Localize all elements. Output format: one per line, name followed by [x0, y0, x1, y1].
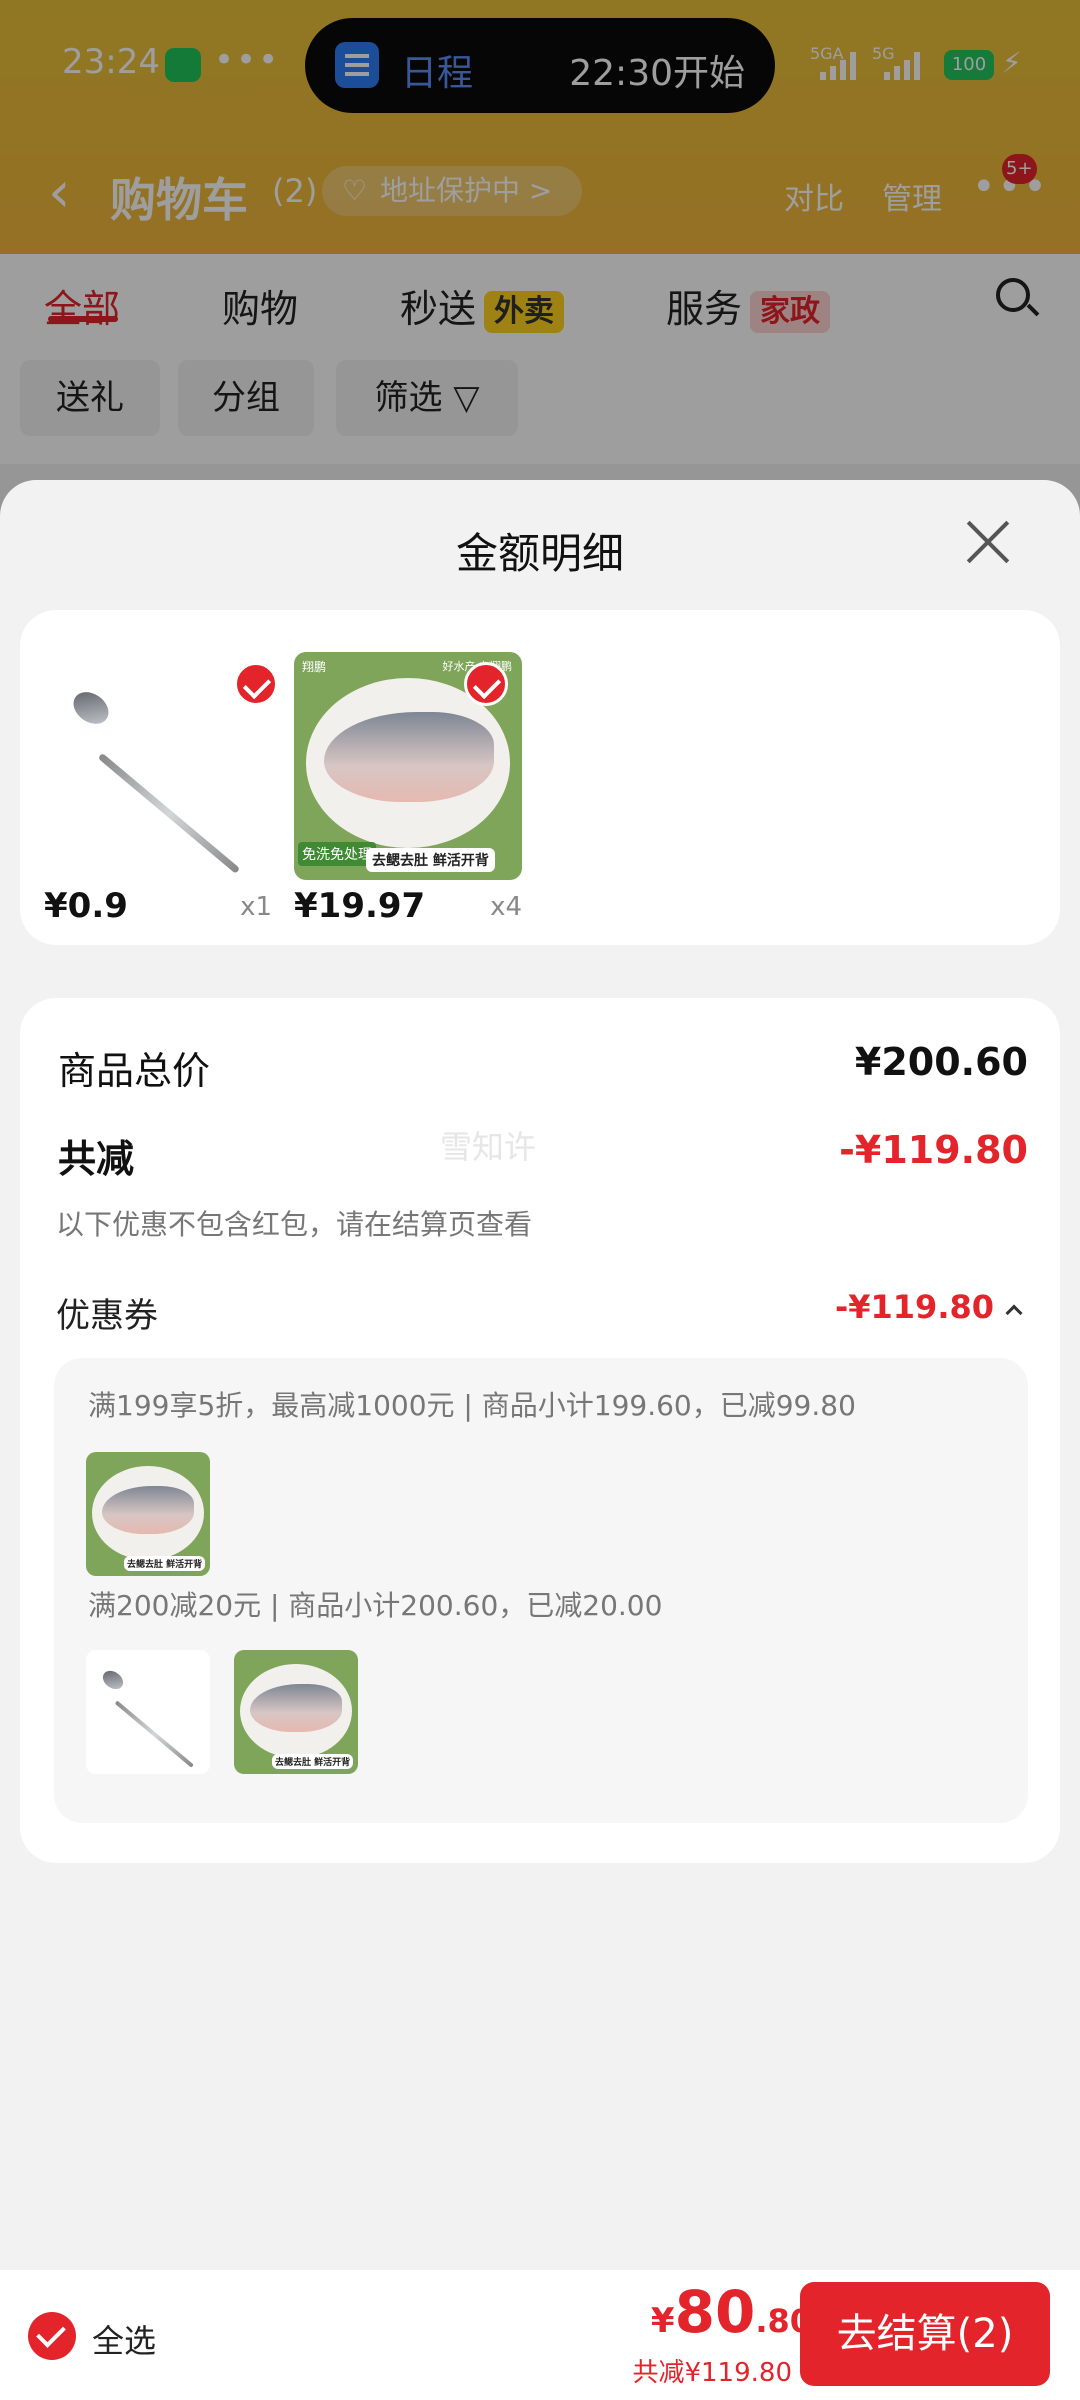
reduce-summary-text: 共减¥119.80: [632, 2358, 792, 2388]
total-price-value: ¥200.60: [854, 1040, 1028, 1084]
fish-caption: 去鳃去肚 鲜活开背: [366, 848, 495, 872]
product-item-spoon[interactable]: ¥0.9 x1: [44, 652, 278, 926]
fish-caption: 去鳃去肚 鲜活开背: [124, 1556, 206, 1571]
product-price: ¥0.9: [44, 886, 128, 926]
coupon-2-fish-thumb: 去鳃去肚 鲜活开背: [234, 1650, 358, 1774]
product-item-fish[interactable]: 翔鹏 好水产·在翔鹏 免洗免处理 去鳃去肚 鲜活开背 ¥19.97 x4: [294, 652, 522, 926]
coupon-1-fish-thumb: 去鳃去肚 鲜活开背: [86, 1452, 210, 1576]
coupon-toggle[interactable]: -¥119.80: [834, 1288, 1023, 1326]
checkout-button[interactable]: 去结算(2): [800, 2282, 1050, 2386]
checkout-bar: 全选 ¥80.80 共减¥119.80 去结算(2): [0, 2270, 1080, 2400]
spoon-handle: [114, 1700, 194, 1768]
reduce-summary[interactable]: 共减¥119.80: [632, 2352, 815, 2389]
chevron-up-icon: [1005, 1304, 1023, 1322]
total-amount: ¥80.80: [651, 2278, 812, 2346]
spoon-handle: [97, 752, 241, 874]
product-qty: x4: [490, 892, 522, 922]
reduce-label: 共减: [58, 1137, 135, 1181]
coupon-rule-2: 满200减20元 | 商品小计200.60，已减20.00: [88, 1589, 663, 1622]
spoon-bowl: [67, 685, 115, 731]
coupon-label: 优惠券: [56, 1296, 158, 1336]
coupon-2-spoon-thumb: [86, 1650, 210, 1774]
amount-detail-sheet: 金额明细 ¥0.9 x1 翔鹏 好水产·在翔鹏 免洗免处理 去鳃去肚 鲜活开背 …: [0, 480, 1080, 2270]
product-price: ¥19.97: [294, 886, 426, 926]
spoon-bowl: [99, 1667, 127, 1693]
product-qty: x1: [240, 892, 272, 922]
sheet-title: 金额明细: [455, 529, 624, 578]
fish-body: [250, 1684, 342, 1732]
select-all-label[interactable]: 全选: [92, 2316, 156, 2362]
fish-caption: 去鳃去肚 鲜活开背: [272, 1754, 354, 1769]
fish-body: [102, 1486, 194, 1534]
fish-badge: 免洗免处理: [298, 842, 376, 866]
close-icon[interactable]: [966, 520, 1010, 564]
total-integer: 80: [674, 2278, 756, 2346]
checked-icon[interactable]: [234, 662, 278, 706]
coupon-value: -¥119.80: [834, 1288, 994, 1326]
select-all-checkbox[interactable]: [28, 2312, 76, 2360]
coupon-detail-box: 满199享5折，最高减1000元 | 商品小计199.60，已减99.80 去鳃…: [54, 1358, 1028, 1823]
checked-icon[interactable]: [464, 662, 508, 706]
price-summary-card: 商品总价 ¥200.60 雪知许 共减 -¥119.80 以下优惠不包含红包，请…: [20, 998, 1060, 1863]
selected-products-card: ¥0.9 x1 翔鹏 好水产·在翔鹏 免洗免处理 去鳃去肚 鲜活开背 ¥19.9…: [20, 610, 1060, 945]
watermark: 雪知许: [440, 1128, 537, 1166]
total-price-label: 商品总价: [58, 1049, 211, 1093]
reduce-value: -¥119.80: [839, 1128, 1028, 1172]
discount-note: 以下优惠不包含红包，请在结算页查看: [56, 1208, 533, 1241]
currency-symbol: ¥: [650, 2301, 675, 2341]
coupon-rule-1: 满199享5折，最高减1000元 | 商品小计199.60，已减99.80: [88, 1389, 856, 1422]
fish-brand-label: 翔鹏: [302, 660, 327, 674]
